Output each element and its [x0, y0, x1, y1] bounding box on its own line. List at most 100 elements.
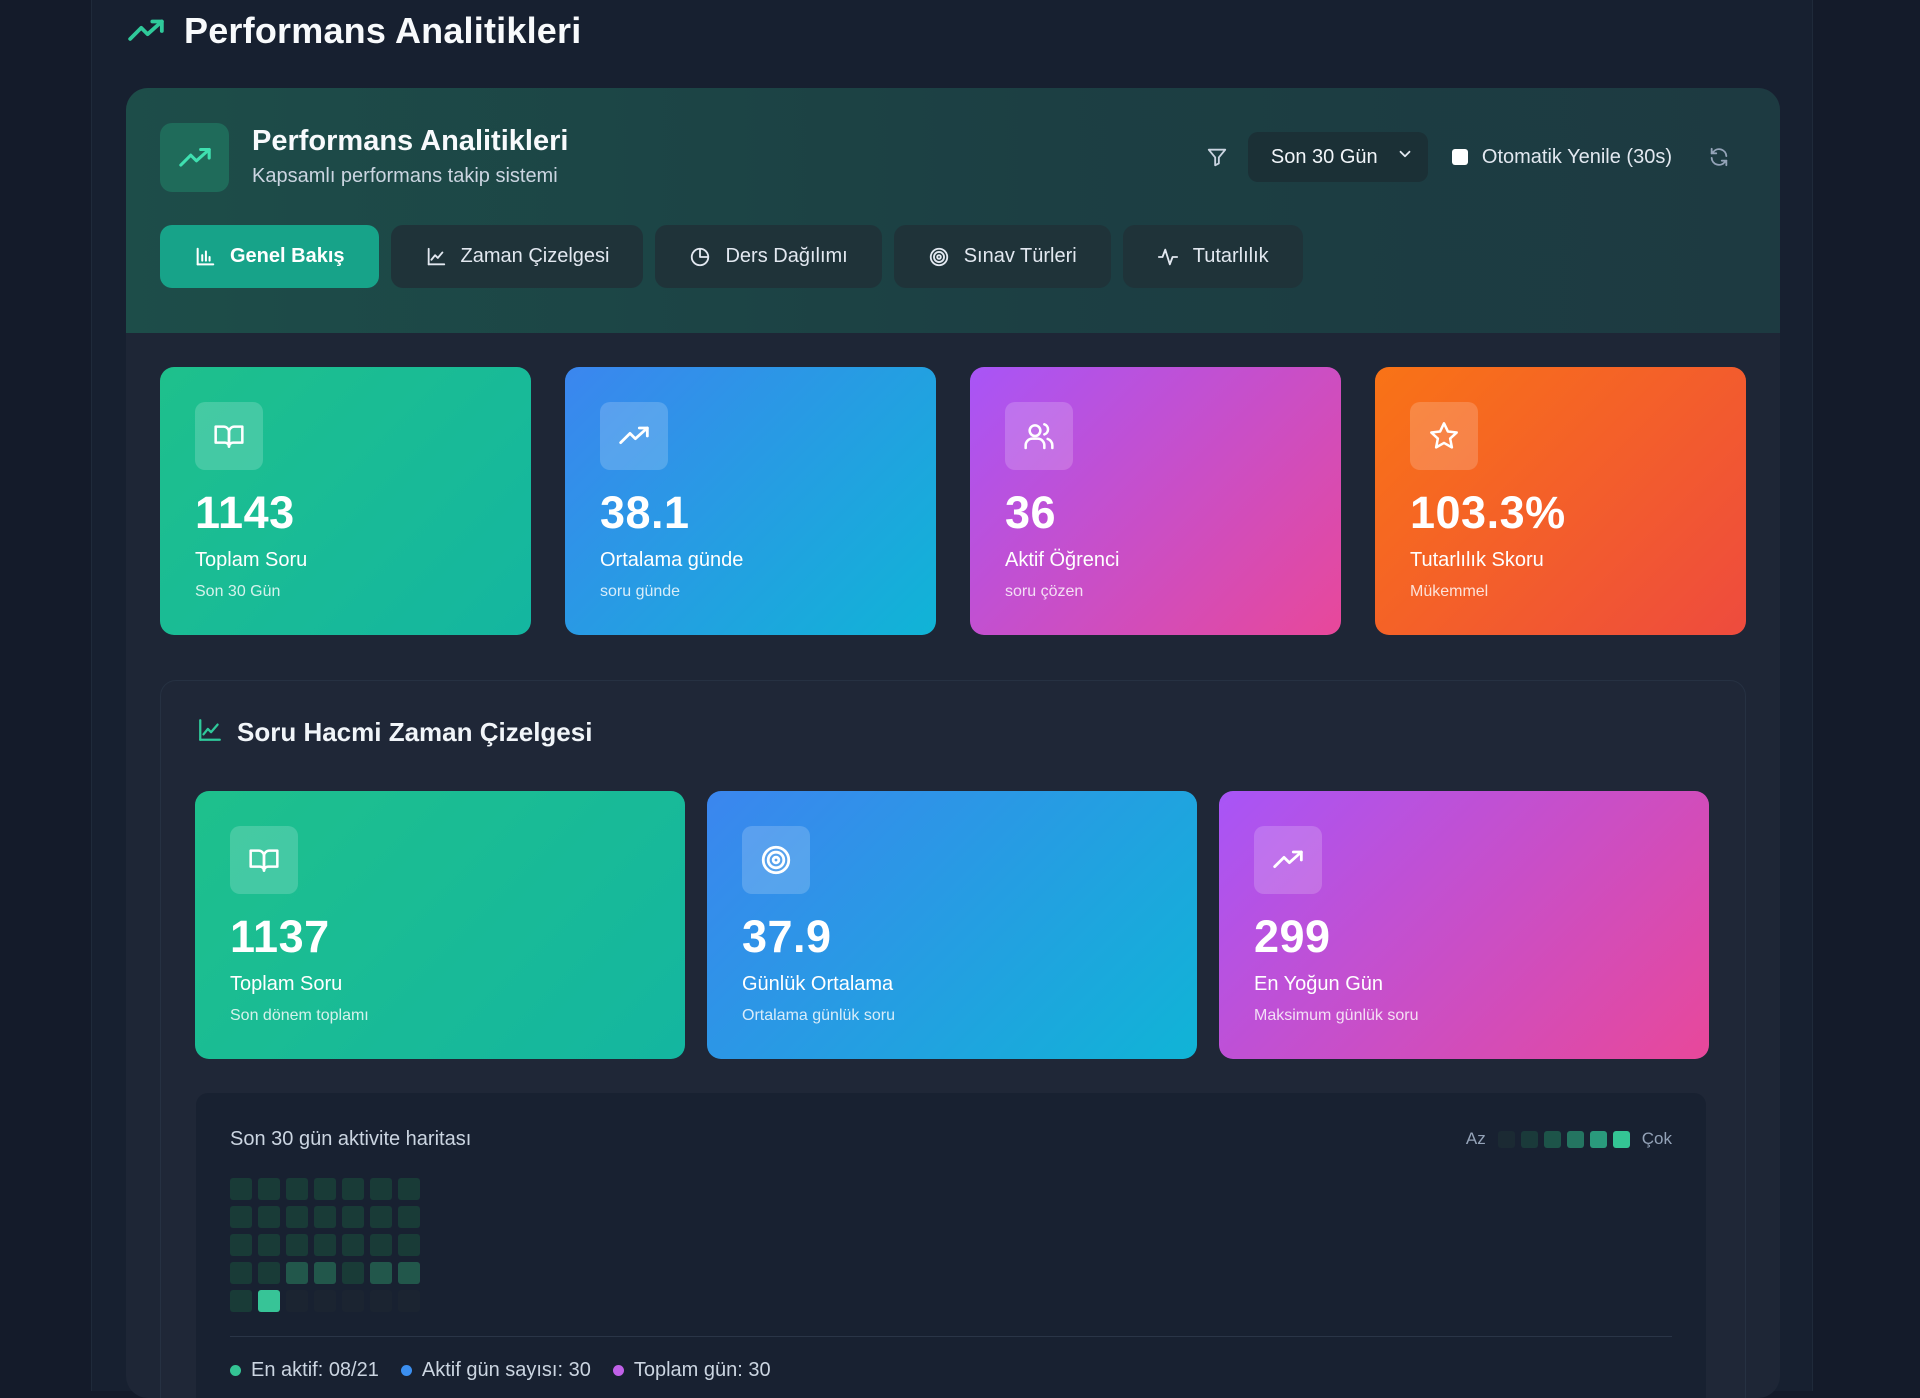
refresh-icon[interactable]: [1706, 144, 1732, 170]
heatmap-cell[interactable]: [230, 1290, 252, 1312]
dot-icon: [612, 1365, 624, 1376]
tab-label: Ders Dağılımı: [725, 245, 848, 267]
users-icon: [1005, 402, 1073, 470]
analytics-header: Performans Analitikleri Kapsamlı perform…: [126, 88, 1780, 333]
heatmap-cell[interactable]: [230, 1206, 252, 1228]
tab-genel-bakis[interactable]: Genel Bakış: [160, 225, 379, 288]
timeline-card: Soru Hacmi Zaman Çizelgesi 1137 Toplam S…: [160, 680, 1746, 1398]
stat-card-daily-average: 38.1 Ortalama günde soru günde: [565, 367, 936, 635]
heatmap-cell[interactable]: [398, 1262, 420, 1284]
heatmap-grid: [230, 1178, 420, 1312]
heatmap-cell[interactable]: [314, 1290, 336, 1312]
stat-card-active-students: 36 Aktif Öğrenci soru çözen: [970, 367, 1341, 635]
star-icon: [1410, 402, 1478, 470]
heatmap-cell[interactable]: [258, 1290, 280, 1312]
stat-value: 299: [1254, 911, 1331, 962]
heatmap-cell[interactable]: [370, 1290, 392, 1312]
trend-up-icon: [126, 11, 166, 51]
timeline-stat-peak-day: 299 En Yoğun Gün Maksimum günlük soru: [1219, 791, 1709, 1059]
heatmap-cell[interactable]: [370, 1206, 392, 1228]
stat-label: Aktif Öğrenci: [1005, 549, 1120, 571]
stat-card-consistency-score: 103.3% Tutarlılık Skoru Mükemmel: [1375, 367, 1746, 635]
tab-zaman-cizelgesi[interactable]: Zaman Çizelgesi: [390, 225, 644, 288]
tab-label: Genel Bakış: [230, 245, 345, 267]
heatmap-cell[interactable]: [370, 1262, 392, 1284]
heatmap-footer-item: Aktif gün sayısı: 30: [400, 1359, 591, 1382]
heatmap-cell[interactable]: [398, 1178, 420, 1200]
legend-high-label: Çok: [1641, 1129, 1672, 1148]
heatmap-cell[interactable]: [230, 1234, 252, 1256]
tab-bar: Genel Bakış Zaman Çizelgesi Ders Dağılım…: [160, 225, 1303, 288]
line-chart-icon: [425, 246, 447, 268]
divider: [230, 1336, 1672, 1337]
heatmap-cell[interactable]: [286, 1178, 308, 1200]
legend-swatch: [1589, 1130, 1607, 1148]
auto-refresh-label: Otomatik Yenile (30s): [1481, 145, 1672, 168]
heatmap-footer: En aktif: 08/21 Aktif gün sayısı: 30 Topla…: [230, 1359, 771, 1382]
stat-value: 36: [1005, 487, 1057, 538]
tab-tutarlilik[interactable]: Tutarlılık: [1122, 225, 1303, 288]
timeline-header: Soru Hacmi Zaman Çizelgesi: [197, 717, 592, 748]
page-title: Performans Analitikleri: [184, 10, 582, 51]
stat-subtext: Son dönem toplamı: [230, 1007, 369, 1024]
stat-card-total-questions: 1143 Toplam Soru Son 30 Gün: [160, 367, 531, 635]
heatmap-footer-item: En aktif: 08/21: [230, 1359, 379, 1382]
date-range-value: Son 30 Gün: [1270, 145, 1378, 168]
legend-swatch: [1497, 1130, 1515, 1148]
auto-refresh-checkbox[interactable]: [1451, 149, 1468, 165]
stat-label: Ortalama günde: [600, 549, 744, 571]
analytics-panel: Performans Analitikleri Kapsamlı perform…: [126, 88, 1780, 1398]
heatmap-cell[interactable]: [230, 1178, 252, 1200]
page-header: Performans Analitikleri: [126, 6, 581, 56]
heatmap-cell[interactable]: [370, 1234, 392, 1256]
heatmap-cell[interactable]: [314, 1178, 336, 1200]
date-range-select[interactable]: Son 30 Gün: [1247, 132, 1428, 182]
heatmap-footer-item: Toplam gün: 30: [612, 1359, 771, 1382]
heatmap-cell[interactable]: [230, 1262, 252, 1284]
heatmap-cell[interactable]: [286, 1234, 308, 1256]
legend-scale: [1497, 1130, 1630, 1148]
heatmap-cell[interactable]: [258, 1206, 280, 1228]
heatmap-cell[interactable]: [398, 1290, 420, 1312]
tab-label: Sınav Türleri: [963, 245, 1077, 267]
heatmap-cell[interactable]: [314, 1234, 336, 1256]
stat-value: 38.1: [600, 487, 690, 538]
book-icon: [230, 826, 298, 894]
tab-sinav-turleri[interactable]: Sınav Türleri: [893, 225, 1111, 288]
heatmap-cell[interactable]: [342, 1290, 364, 1312]
heatmap-cell[interactable]: [370, 1178, 392, 1200]
heatmap-cell[interactable]: [286, 1206, 308, 1228]
timeline-stat-total: 1137 Toplam Soru Son dönem toplamı: [195, 791, 685, 1059]
activity-icon: [1157, 246, 1179, 268]
tab-label: Zaman Çizelgesi: [460, 245, 610, 267]
heatmap-cell[interactable]: [314, 1206, 336, 1228]
heatmap-title: Son 30 gün aktivite haritası: [230, 1128, 472, 1150]
heatmap-cell[interactable]: [258, 1262, 280, 1284]
heatmap-cell[interactable]: [258, 1234, 280, 1256]
target-icon: [928, 246, 950, 268]
stat-subtext: Maksimum günlük soru: [1254, 1007, 1419, 1024]
heatmap-cell[interactable]: [286, 1290, 308, 1312]
bar-chart-icon: [194, 246, 216, 268]
legend-low-label: Az: [1465, 1129, 1486, 1148]
trend-up-icon: [1254, 826, 1322, 894]
heatmap-cell[interactable]: [342, 1178, 364, 1200]
stat-label: Toplam Soru: [195, 549, 308, 571]
heatmap-cell[interactable]: [258, 1178, 280, 1200]
stat-value: 103.3%: [1410, 487, 1566, 538]
stat-subtext: soru çözen: [1005, 583, 1084, 600]
filter-icon[interactable]: [1204, 144, 1230, 170]
tab-ders-dagilimi[interactable]: Ders Dağılımı: [655, 225, 882, 288]
legend-swatch: [1520, 1130, 1538, 1148]
heatmap-cell[interactable]: [342, 1262, 364, 1284]
dot-icon: [230, 1365, 241, 1376]
heatmap-cell[interactable]: [314, 1262, 336, 1284]
stat-subtext: soru günde: [600, 583, 681, 600]
heatmap-cell[interactable]: [398, 1206, 420, 1228]
heatmap-cell[interactable]: [398, 1234, 420, 1256]
heatmap-cell[interactable]: [342, 1234, 364, 1256]
legend-swatch: [1566, 1130, 1584, 1148]
heatmap-cell[interactable]: [342, 1206, 364, 1228]
header-controls: Son 30 Gün Otomatik Yenile (30s): [1204, 132, 1732, 182]
heatmap-cell[interactable]: [286, 1262, 308, 1284]
